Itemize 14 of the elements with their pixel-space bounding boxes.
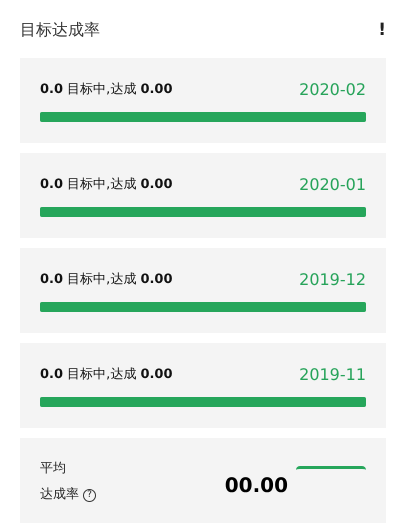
rate-label: 达成率	[40, 486, 79, 504]
month-date: 2020-01	[299, 174, 366, 196]
month-date: 2019-11	[299, 364, 366, 386]
target-summary: 0.0 目标中,达成 0.00	[40, 176, 173, 194]
target-summary: 0.0 目标中,达成 0.00	[40, 81, 173, 100]
target-summary: 0.0 目标中,达成 0.00	[40, 271, 173, 290]
month-date: 2020-02	[299, 79, 366, 101]
average-label: 平均	[40, 460, 67, 478]
month-date: 2019-12	[299, 269, 366, 291]
average-value: 00.00	[224, 472, 288, 499]
target-summary: 0.0 目标中,达成 0.00	[40, 366, 173, 384]
help-icon[interactable]: ?	[83, 488, 96, 502]
section-title: 目标达成率	[20, 19, 100, 41]
alert-icon[interactable]: !	[378, 22, 386, 38]
